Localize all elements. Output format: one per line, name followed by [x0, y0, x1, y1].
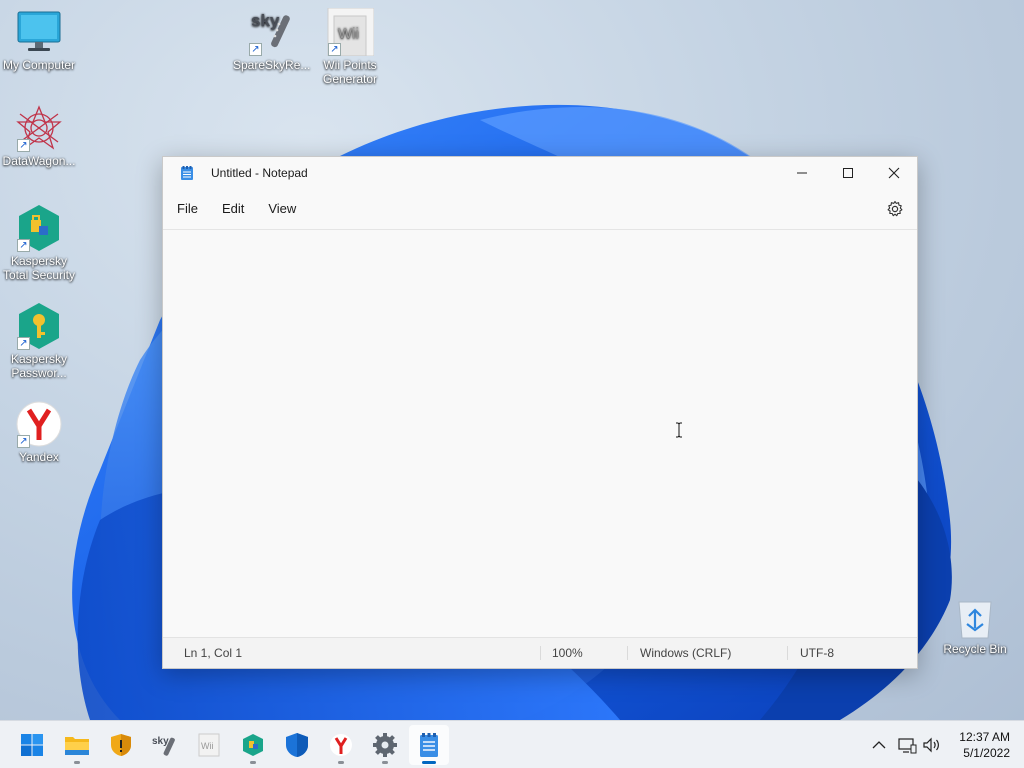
kaspersky-icon [243, 734, 263, 756]
active-indicator [422, 761, 436, 764]
running-indicator [338, 761, 344, 764]
zoom-level: 100% [552, 646, 583, 660]
running-indicator [382, 761, 388, 764]
taskbar-file-explorer[interactable] [57, 725, 97, 765]
desktop-icon-yandex[interactable]: ↗ Yandex [1, 400, 77, 464]
window-title: Untitled - Notepad [211, 166, 308, 180]
desktop-icon-label: Wii Points Generator [322, 58, 378, 86]
wii-icon: Wii [198, 733, 220, 757]
encoding: UTF-8 [800, 646, 834, 660]
desktop-icon-label: SpareSkyRe... [233, 58, 311, 72]
taskbar-kaspersky[interactable] [233, 725, 273, 765]
status-divider [787, 646, 788, 660]
taskbar: sky Wii 12:37 AM 5/1/2022 [0, 720, 1024, 768]
clock-time: 12:37 AM [959, 730, 1010, 744]
defender-icon [286, 733, 308, 757]
file-explorer-icon [65, 737, 89, 755]
settings-button[interactable] [885, 199, 905, 219]
sky-icon: sky ↗ [247, 8, 295, 56]
yandex-icon [330, 734, 352, 756]
wii-icon: Wii ↗ [326, 7, 375, 57]
clock-date: 5/1/2022 [963, 746, 1010, 760]
shortcut-arrow-icon: ↗ [17, 337, 30, 350]
running-indicator [250, 761, 256, 764]
desktop-icon-label: Yandex [19, 450, 59, 464]
svg-text:sky: sky [152, 736, 169, 747]
svg-text:Wii: Wii [201, 741, 214, 751]
close-button[interactable] [871, 157, 917, 189]
desktop-icon-recycle-bin[interactable]: Recycle Bin [937, 598, 1013, 656]
desktop-icon-label: Recycle Bin [943, 642, 1007, 656]
taskbar-notepad[interactable] [409, 725, 449, 765]
minimize-icon [797, 172, 807, 174]
close-icon [888, 167, 900, 179]
desktop-icon-label: DataWagon... [2, 154, 76, 168]
desktop-icon-my-computer[interactable]: My Computer [1, 8, 77, 72]
svg-text:sky: sky [251, 11, 280, 30]
desktop-icon-kaspersky-password[interactable]: ↗ Kaspersky Passwor... [1, 302, 77, 380]
volume-button[interactable] [921, 735, 941, 755]
monitor-icon [15, 8, 63, 56]
title-bar[interactable]: Untitled - Notepad [163, 157, 917, 189]
status-divider [627, 646, 628, 660]
desktop-icon-datawagon[interactable]: ↗ DataWagon... [1, 104, 77, 168]
desktop-icon-label: My Computer [2, 58, 76, 72]
shortcut-arrow-icon: ↗ [17, 139, 30, 152]
taskbar-settings[interactable] [365, 725, 405, 765]
cursor-position: Ln 1, Col 1 [184, 646, 243, 660]
notepad-window: Untitled - Notepad File Edit View Ln 1, … [162, 156, 918, 669]
kaspersky-password-icon: ↗ [15, 302, 63, 350]
menu-file[interactable]: File [167, 195, 208, 223]
maximize-icon [843, 168, 853, 178]
status-divider [540, 646, 541, 660]
maximize-button[interactable] [825, 157, 871, 189]
recycle-bin-icon [955, 598, 995, 640]
menu-bar: File Edit View [163, 189, 917, 229]
settings-icon [373, 733, 397, 757]
sky-icon: sky [152, 736, 175, 756]
svg-text:Wii: Wii [338, 25, 359, 42]
notepad-icon [420, 733, 438, 757]
system-clock[interactable]: 12:37 AM 5/1/2022 [959, 729, 1010, 761]
volume-icon [923, 737, 939, 753]
line-ending: Windows (CRLF) [640, 646, 732, 660]
shortcut-arrow-icon: ↗ [249, 43, 262, 56]
taskbar-defender[interactable] [277, 725, 317, 765]
desktop-icon-spare-sky[interactable]: sky ↗ SpareSkyRe... [233, 8, 311, 72]
desktop-icon-kaspersky-total-security[interactable]: ↗ Kaspersky Total Security [1, 204, 77, 282]
network-button[interactable] [897, 735, 917, 755]
running-indicator [74, 761, 80, 764]
status-bar: Ln 1, Col 1 100% Windows (CRLF) UTF-8 [163, 637, 917, 668]
gear-icon [887, 200, 903, 217]
desktop-icon-wii-points[interactable]: Wii ↗ Wii Points Generator [312, 7, 388, 86]
taskbar-yandex[interactable] [321, 725, 361, 765]
desktop-icon-label: Kaspersky Total Security [2, 254, 76, 282]
chevron-up-icon [872, 741, 886, 749]
kaspersky-total-security-icon: ↗ [15, 204, 63, 252]
taskbar-wii[interactable]: Wii [189, 725, 229, 765]
network-icon [898, 738, 917, 754]
notepad-icon [181, 166, 193, 180]
shortcut-arrow-icon: ↗ [17, 239, 30, 252]
menu-view[interactable]: View [258, 195, 306, 223]
shortcut-arrow-icon: ↗ [328, 43, 341, 56]
taskbar-sky[interactable]: sky [145, 725, 185, 765]
menu-edit[interactable]: Edit [212, 195, 254, 223]
start-button[interactable] [12, 725, 52, 765]
taskbar-security-shield[interactable] [101, 725, 141, 765]
minimize-button[interactable] [779, 157, 825, 189]
yandex-icon: ↗ [15, 400, 63, 448]
datawagon-icon: ↗ [15, 104, 63, 152]
text-editor[interactable] [163, 229, 917, 637]
desktop-icon-label: Kaspersky Passwor... [10, 352, 68, 380]
text-cursor-icon [676, 422, 682, 438]
shortcut-arrow-icon: ↗ [17, 435, 30, 448]
show-hidden-icons-button[interactable] [869, 735, 889, 755]
start-icon [21, 734, 43, 756]
security-shield-icon [111, 734, 131, 756]
